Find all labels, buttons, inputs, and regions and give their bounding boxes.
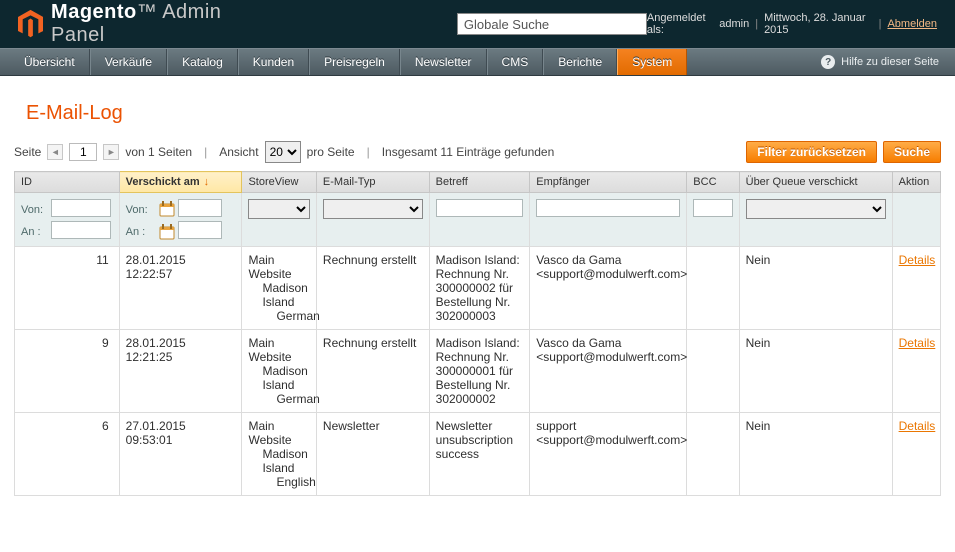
per-page-select[interactable]: 20 [265,141,301,163]
filter-id-from[interactable] [51,199,111,217]
cell-action: Details [892,329,940,412]
global-search [457,13,647,35]
col-recipient[interactable]: Empfänger [530,172,687,193]
logged-in-label: Angemeldet als: [647,12,713,36]
cell-recipient: support <support@modulwerft.com> [530,412,687,495]
cell-id: 6 [15,412,120,495]
table-row: 1128.01.2015 12:22:57Main WebsiteMadison… [15,246,941,329]
cell-id: 9 [15,329,120,412]
nav-item-preisregeln[interactable]: Preisregeln [309,49,400,75]
total-count: Insgesamt 11 Einträge gefunden [382,145,555,159]
col-bcc[interactable]: BCC [687,172,739,193]
cell-store: Main WebsiteMadison IslandGerman [242,329,316,412]
col-subject[interactable]: Betreff [429,172,530,193]
table-row: 928.01.2015 12:21:25Main WebsiteMadison … [15,329,941,412]
admin-header: Magento™ Admin Panel Angemeldet als: adm… [0,0,955,48]
current-date: Mittwoch, 28. Januar 2015 [764,12,873,36]
email-log-grid: ID Verschickt am↓ StoreView E-Mail-Typ B… [14,171,941,496]
filter-recipient[interactable] [536,199,680,217]
cell-id: 11 [15,246,120,329]
sort-desc-icon: ↓ [204,176,210,188]
cell-sent-at: 27.01.2015 09:53:01 [119,412,242,495]
table-row: 627.01.2015 09:53:01Main WebsiteMadison … [15,412,941,495]
page-number-input[interactable] [69,143,97,161]
nav-item-übersicht[interactable]: Übersicht [10,49,90,75]
header-meta: Angemeldet als: admin | Mittwoch, 28. Ja… [647,12,937,36]
help-icon: ? [821,55,835,69]
page-prev-button[interactable]: ◄ [47,144,63,160]
cell-queue: Nein [739,412,892,495]
cell-type: Rechnung erstellt [316,329,429,412]
page-title: E-Mail-Log [26,102,941,125]
calendar-icon[interactable] [159,201,175,217]
col-store[interactable]: StoreView [242,172,316,193]
logo: Magento™ Admin Panel [18,1,257,47]
filter-bcc[interactable] [693,199,732,217]
cell-subject: Madison Island: Rechnung Nr. 300000002 f… [429,246,530,329]
cell-sent-at: 28.01.2015 12:21:25 [119,329,242,412]
cell-bcc [687,246,739,329]
details-link[interactable]: Details [899,336,936,350]
cell-store: Main WebsiteMadison IslandEnglish [242,412,316,495]
filter-row: Von: An : Von: An : [15,193,941,247]
col-action: Aktion [892,172,940,193]
nav-item-berichte[interactable]: Berichte [543,49,617,75]
nav-item-katalog[interactable]: Katalog [167,49,238,75]
nav-item-newsletter[interactable]: Newsletter [400,49,487,75]
cell-recipient: Vasco da Gama <support@modulwerft.com> [530,246,687,329]
nav-item-cms[interactable]: CMS [487,49,544,75]
nav-item-verkäufe[interactable]: Verkäufe [90,49,167,75]
nav-item-system[interactable]: System [617,49,687,75]
col-sent-at[interactable]: Verschickt am↓ [119,172,242,193]
filter-type[interactable] [323,199,423,219]
details-link[interactable]: Details [899,253,936,267]
cell-queue: Nein [739,329,892,412]
filter-store[interactable] [248,199,309,219]
cell-subject: Newsletter unsubscription success [429,412,530,495]
cell-bcc [687,329,739,412]
global-search-input[interactable] [457,13,647,35]
cell-queue: Nein [739,246,892,329]
calendar-icon[interactable] [159,224,175,240]
cell-store: Main WebsiteMadison IslandGerman [242,246,316,329]
logged-in-user: admin [719,18,749,30]
filter-date-from[interactable] [178,199,222,217]
cell-bcc [687,412,739,495]
col-queue[interactable]: Über Queue verschickt [739,172,892,193]
col-id[interactable]: ID [15,172,120,193]
cell-sent-at: 28.01.2015 12:22:57 [119,246,242,329]
help-link[interactable]: ? Hilfe zu dieser Seite [805,49,955,75]
filter-queue[interactable] [746,199,886,219]
page-next-button[interactable]: ► [103,144,119,160]
filter-id-to[interactable] [51,221,111,239]
pager-bar: Seite ◄ ► von 1 Seiten | Ansicht 20 pro … [14,141,941,163]
details-link[interactable]: Details [899,419,936,433]
cell-subject: Madison Island: Rechnung Nr. 300000001 f… [429,329,530,412]
cell-action: Details [892,246,940,329]
cell-recipient: Vasco da Gama <support@modulwerft.com> [530,329,687,412]
filter-subject[interactable] [436,199,524,217]
reset-filter-button[interactable]: Filter zurücksetzen [746,141,877,163]
top-nav: ÜbersichtVerkäufeKatalogKundenPreisregel… [0,48,955,76]
logout-link[interactable]: Abmelden [887,18,937,30]
nav-item-kunden[interactable]: Kunden [238,49,309,75]
magento-logo-icon [18,9,43,39]
filter-date-to[interactable] [178,221,222,239]
cell-type: Rechnung erstellt [316,246,429,329]
brand-text: Magento™ Admin Panel [51,1,257,47]
search-button[interactable]: Suche [883,141,941,163]
cell-type: Newsletter [316,412,429,495]
col-type[interactable]: E-Mail-Typ [316,172,429,193]
cell-action: Details [892,412,940,495]
